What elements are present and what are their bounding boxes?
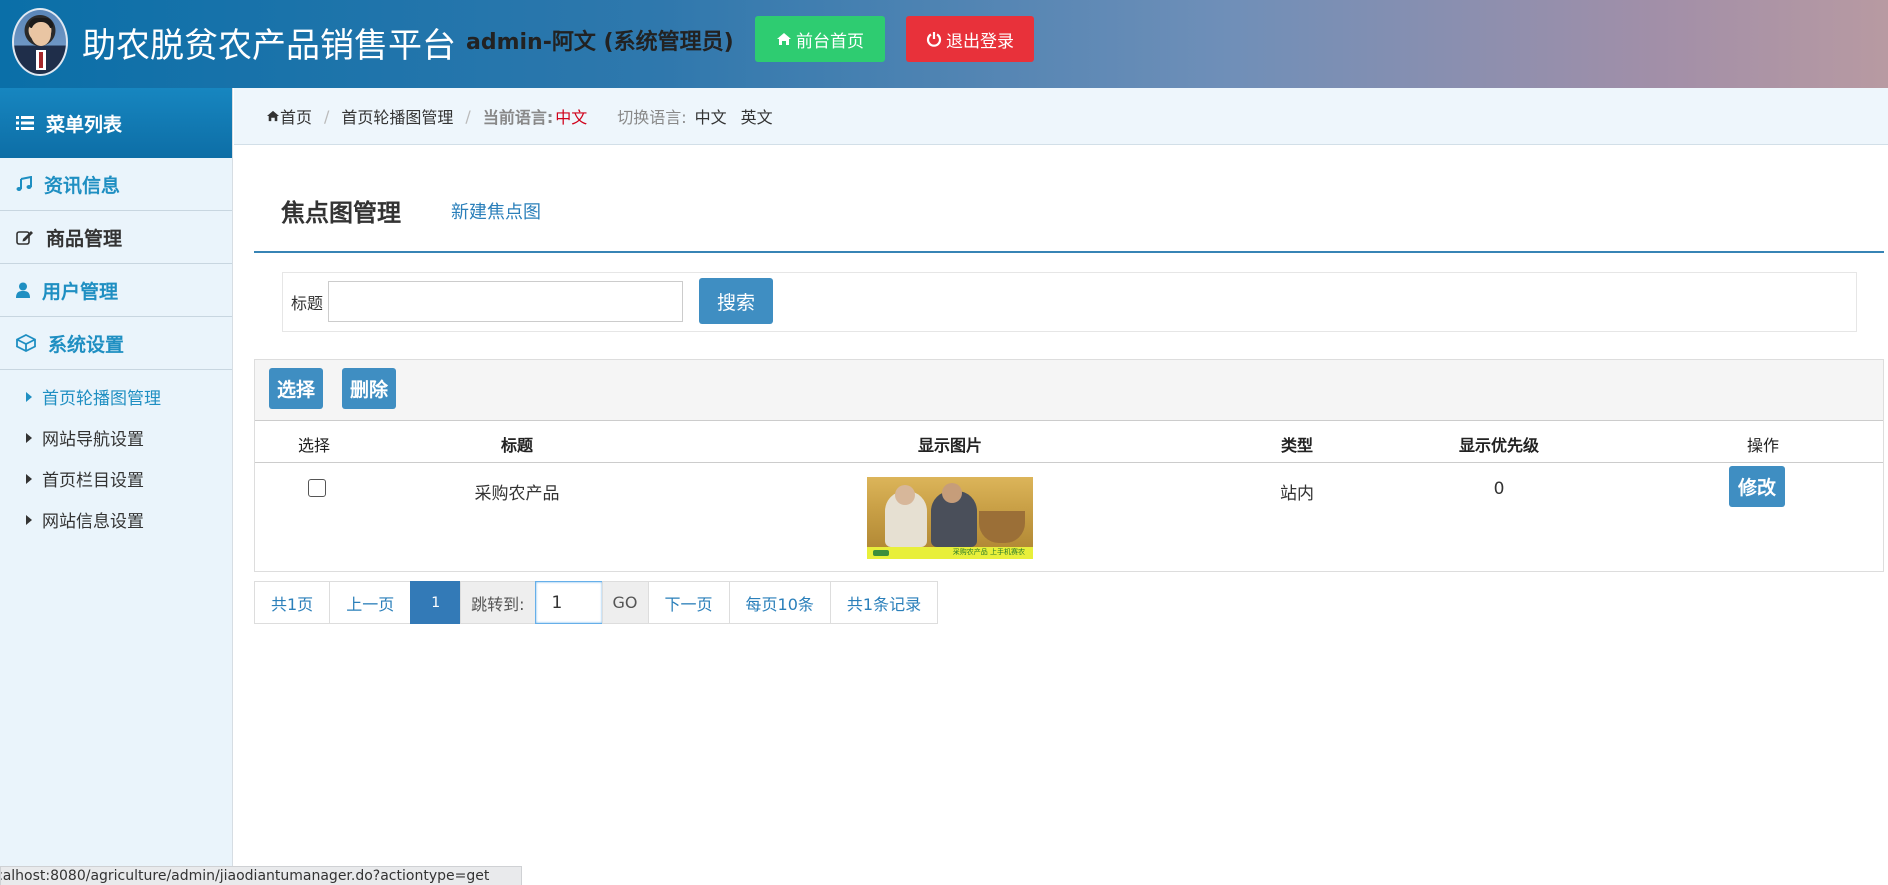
browser-status-bar: calhost:8080/agriculture/admin/jiaodiant…	[0, 866, 522, 885]
language-chinese-link[interactable]: 中文	[695, 104, 727, 128]
title-divider	[254, 251, 1884, 253]
breadcrumb: 首页 / 首页轮播图管理 / 当前语言: 中文 切换语言: 中文 英文	[234, 88, 1888, 145]
per-page-label: 每页10条	[728, 581, 831, 624]
logout-button[interactable]: 退出登录	[906, 16, 1034, 62]
current-user: admin-阿文 (系统管理员)	[466, 30, 734, 55]
new-focus-image-link[interactable]: 新建焦点图	[451, 198, 541, 224]
breadcrumb-separator: /	[465, 106, 471, 126]
power-icon	[926, 32, 942, 47]
menu-header: 菜单列表	[0, 88, 232, 158]
cube-icon	[16, 334, 36, 352]
table-toolbar: 选择 删除	[255, 360, 1883, 421]
column-header-image: 显示图片	[917, 436, 983, 455]
column-header-priority: 显示优先级	[1458, 436, 1540, 455]
row-image-thumbnail: 采购农产品 上手机赛农	[867, 477, 1033, 559]
caret-right-icon	[26, 391, 32, 402]
sidebar-group-label: 资讯信息	[44, 174, 121, 197]
caret-right-icon	[26, 432, 32, 443]
admin-avatar	[12, 8, 68, 76]
next-page-button[interactable]: 下一页	[647, 581, 730, 624]
sidebar-item-site-info[interactable]: 网站信息设置	[0, 499, 232, 540]
list-icon	[16, 116, 34, 130]
sidebar-group-label: 用户管理	[42, 280, 119, 303]
caret-right-icon	[26, 473, 32, 484]
focus-image-table: 选择 删除 选择 标题 显示图片 类型 显示优先级 操作 采购农产品 采购农产品…	[254, 359, 1884, 572]
sidebar-item-label: 首页轮播图管理	[42, 389, 161, 409]
page-title: 焦点图管理	[281, 199, 401, 227]
breadcrumb-home[interactable]: 首页	[280, 104, 312, 128]
site-title: 助农脱贫农产品销售平台	[82, 26, 456, 66]
home-icon	[777, 33, 791, 45]
home-icon	[267, 110, 279, 122]
select-button[interactable]: 选择	[269, 368, 323, 409]
sidebar-item-navigation[interactable]: 网站导航设置	[0, 417, 232, 458]
row-title: 采购农产品	[474, 484, 560, 504]
front-home-button[interactable]: 前台首页	[755, 16, 885, 62]
table-header: 选择 标题 显示图片 类型 显示优先级 操作	[255, 421, 1883, 463]
total-records: 共1条记录	[829, 581, 939, 624]
menu-title: 菜单列表	[46, 113, 123, 136]
column-header-actions: 操作	[1746, 436, 1780, 455]
user-icon	[16, 282, 30, 298]
sidebar: 菜单列表 资讯信息 商品管理 用户管理 系统设置 首页轮播图管理 网站导航设置 …	[0, 88, 233, 885]
sidebar-group-users[interactable]: 用户管理	[0, 264, 232, 317]
prev-page-button[interactable]: 上一页	[329, 581, 412, 624]
breadcrumb-separator: /	[324, 106, 330, 126]
column-header-title: 标题	[500, 436, 534, 455]
edit-icon	[16, 231, 33, 245]
sidebar-item-label: 网站导航设置	[42, 430, 144, 450]
sidebar-group-products[interactable]: 商品管理	[0, 211, 232, 264]
current-page[interactable]: 1	[410, 581, 462, 624]
jump-to-label: 跳转到:	[460, 581, 536, 624]
language-english-link[interactable]: 英文	[741, 104, 773, 128]
sidebar-group-label: 商品管理	[46, 227, 123, 250]
status-url: calhost:8080/agriculture/admin/jiaodiant…	[0, 868, 490, 884]
music-icon	[16, 176, 32, 191]
table-row: 采购农产品 采购农产品 上手机赛农 站内 0 修改	[255, 463, 1883, 571]
breadcrumb-current: 首页轮播图管理	[341, 108, 454, 127]
settings-submenu: 首页轮播图管理 网站导航设置 首页栏目设置 网站信息设置	[0, 370, 232, 540]
logo-icon	[873, 550, 889, 556]
jump-page-input[interactable]: 1	[534, 581, 603, 624]
column-header-select: 选择	[297, 436, 331, 455]
search-title-label: 标题	[291, 294, 324, 313]
go-button[interactable]: GO	[601, 581, 649, 624]
total-pages: 共1页	[254, 581, 331, 624]
sidebar-item-label: 首页栏目设置	[42, 471, 144, 491]
caret-right-icon	[26, 514, 32, 525]
top-header: 助农脱贫农产品销售平台 admin-阿文 (系统管理员) 前台首页 退出登录	[0, 0, 1888, 88]
sidebar-item-columns[interactable]: 首页栏目设置	[0, 458, 232, 499]
sidebar-group-label: 系统设置	[48, 333, 125, 356]
sidebar-item-carousel[interactable]: 首页轮播图管理	[0, 376, 232, 417]
current-language-value: 中文	[555, 108, 588, 127]
image-banner-text: 采购农产品 上手机赛农	[952, 548, 1025, 556]
search-panel: 标题 搜索	[282, 272, 1857, 332]
sidebar-group-news[interactable]: 资讯信息	[0, 158, 232, 211]
row-type: 站内	[1280, 484, 1314, 504]
search-input[interactable]	[328, 281, 683, 322]
search-button[interactable]: 搜索	[699, 278, 773, 324]
front-home-label: 前台首页	[796, 31, 864, 52]
delete-button[interactable]: 删除	[342, 368, 396, 409]
sidebar-group-settings[interactable]: 系统设置	[0, 317, 232, 370]
row-priority: 0	[1493, 479, 1505, 499]
row-checkbox[interactable]	[308, 479, 326, 497]
pagination: 共1页 上一页 1 跳转到: 1 GO 下一页 每页10条 共1条记录	[254, 581, 939, 624]
column-header-type: 类型	[1280, 436, 1314, 455]
sidebar-item-label: 网站信息设置	[42, 512, 144, 532]
logout-label: 退出登录	[946, 31, 1014, 52]
edit-button[interactable]: 修改	[1729, 466, 1785, 507]
switch-language-label: 切换语言:	[617, 108, 687, 127]
current-language-label: 当前语言:	[482, 108, 554, 127]
